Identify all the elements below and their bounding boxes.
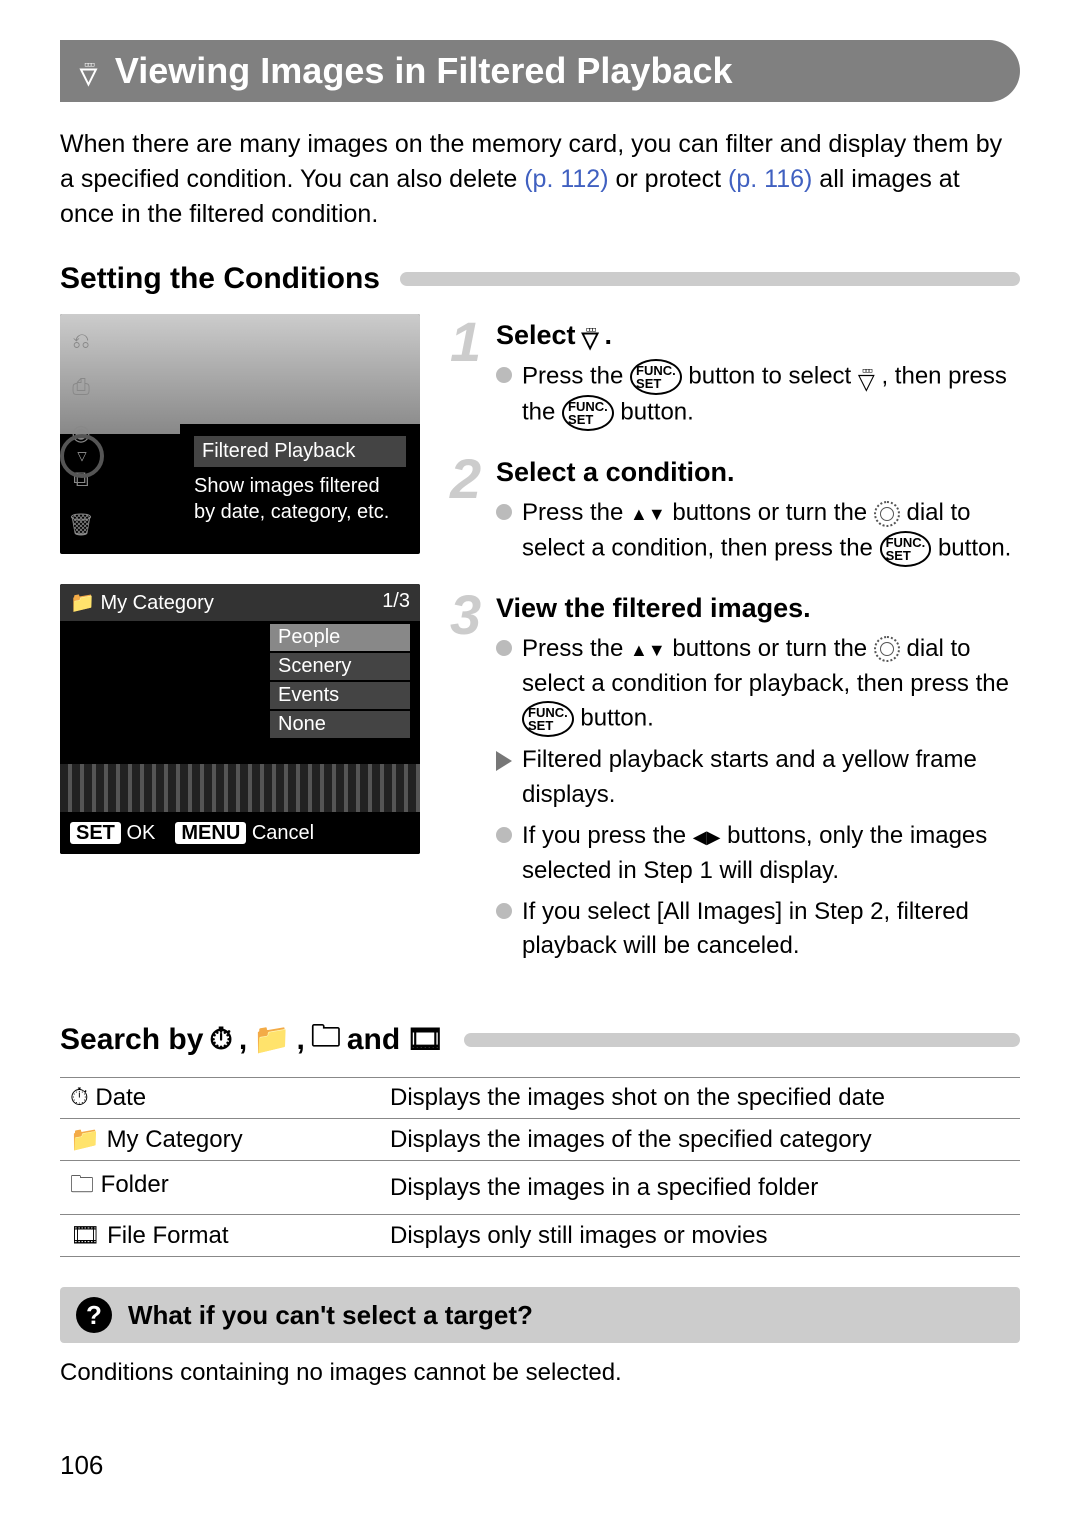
triangle-bullet-icon (496, 751, 512, 771)
row-desc: Displays the images of the specified cat… (380, 1119, 1020, 1161)
row-label: Date (95, 1084, 146, 1111)
row-label: File Format (107, 1222, 228, 1249)
row-icon: 🎞 (70, 1222, 100, 1249)
func-set-icon: FUNC.SET (522, 701, 574, 737)
dot-bullet-icon (496, 827, 512, 843)
page-ref-116: (p. 116) (728, 165, 812, 193)
page-title: Viewing Images in Filtered Playback (115, 50, 733, 92)
row-desc: Displays the images shot on the specifie… (380, 1078, 1020, 1119)
table-row: 📁 My Category Displays the images of the … (60, 1119, 1020, 1161)
step: 2Select a condition. Press the buttons or… (450, 451, 1020, 573)
print-icon: ⎙ (72, 374, 90, 400)
step-line-text: Press the buttons or turn the dial to se… (522, 632, 1020, 738)
up-down-icon (630, 499, 666, 526)
step-line-text: If you press the buttons, only the image… (522, 819, 1020, 889)
row-icon: 📁 (70, 1126, 100, 1153)
row-icon: 🗀 (70, 1171, 94, 1198)
dot-bullet-icon (496, 367, 512, 383)
step-title: View the filtered images. (496, 593, 1020, 624)
category-list: People Scenery Events None (270, 624, 410, 740)
step-line: Filtered playback starts and a yellow fr… (496, 743, 1020, 813)
folder-icon: 🗀 (311, 1014, 341, 1065)
dial-icon (874, 501, 900, 527)
step-line: Press the buttons or turn the dial to se… (496, 496, 1020, 567)
up-down-icon (630, 635, 666, 662)
list-item: Events (270, 682, 410, 709)
search-table: ⏱ Date Displays the images shot on the sp… (60, 1077, 1020, 1257)
filter-icon: ▫▫▫▽ (582, 325, 599, 347)
page-counter: 1/3 (382, 590, 410, 615)
func-set-icon: FUNC.SET (562, 395, 614, 431)
category-icon: 📁 (253, 1022, 290, 1057)
list-item: None (270, 711, 410, 738)
step-line: If you press the buttons, only the image… (496, 819, 1020, 889)
filter-ring-icon: ▽ (60, 434, 104, 478)
trash-icon: 🗑 (67, 512, 95, 538)
lock-icon: ⎌ (72, 328, 90, 354)
category-icon: 📁 (70, 592, 100, 614)
list-item: Scenery (270, 653, 410, 680)
step-line: Press the FUNC.SET button to select ▫▫▫▽… (496, 359, 1020, 431)
step-line-text: If you select [All Images] in Step 2, fi… (522, 895, 1020, 965)
screenshot-my-category: 📁 My Category 1/3 People Scenery Events … (60, 584, 420, 854)
table-row: 🗀 Folder Displays the images in a specifi… (60, 1161, 1020, 1215)
table-row: 🎞 File Format Displays only still images … (60, 1215, 1020, 1257)
panel-header: Filtered Playback (194, 436, 406, 467)
func-set-icon: FUNC.SET (880, 531, 932, 567)
tip-body: Conditions containing no images cannot b… (60, 1359, 1020, 1387)
list-item: People (270, 624, 410, 651)
tip-title: What if you can't select a target? (128, 1300, 533, 1331)
func-set-icon: FUNC.SET (630, 359, 682, 395)
set-badge: SET (70, 822, 121, 844)
intro-paragraph: When there are many images on the memory… (60, 127, 1020, 232)
dot-bullet-icon (496, 640, 512, 656)
step-number: 3 (450, 587, 496, 970)
row-desc: Displays only still images or movies (380, 1215, 1020, 1257)
row-icon: ⏱ (70, 1084, 89, 1111)
steps-column: 1Select ▫▫▫▽ . Press the FUNC.SET button … (450, 314, 1020, 984)
step-title: Select a condition. (496, 457, 1020, 488)
screenshot-column: ⎌ ⎙ ◉ ⧉ 🗑 ▽ Filtered Playback Show image… (60, 314, 420, 984)
instruction-columns: ⎌ ⎙ ◉ ⧉ 🗑 ▽ Filtered Playback Show image… (60, 314, 1020, 984)
left-right-icon (693, 822, 721, 849)
row-desc: Displays the images in a specified folde… (380, 1161, 1020, 1215)
filter-icon: ▫▫▫▽ (80, 60, 97, 82)
dial-icon (874, 636, 900, 662)
subheader-setting-conditions: Setting the Conditions (60, 262, 1020, 296)
page-number: 106 (60, 1450, 103, 1481)
tip-bar: ? What if you can't select a target? (60, 1287, 1020, 1343)
page-ref-112: (p. 112) (524, 165, 608, 193)
step-title: Select ▫▫▫▽ . (496, 320, 1020, 351)
step-number: 2 (450, 451, 496, 573)
clock-icon: ⏱ (209, 1023, 232, 1057)
dot-bullet-icon (496, 903, 512, 919)
panel-body: Show images filtered by date, category, … (194, 473, 406, 525)
row-label: Folder (101, 1171, 169, 1198)
step-line-text: Press the FUNC.SET button to select ▫▫▫▽… (522, 359, 1020, 431)
screenshot-filtered-playback: ⎌ ⎙ ◉ ⧉ 🗑 ▽ Filtered Playback Show image… (60, 314, 420, 554)
file-format-icon: 🎞 (406, 1022, 444, 1057)
table-row: ⏱ Date Displays the images shot on the sp… (60, 1078, 1020, 1119)
question-icon: ? (76, 1297, 112, 1333)
row-label: My Category (107, 1126, 243, 1153)
step-line: If you select [All Images] in Step 2, fi… (496, 895, 1020, 965)
step-line-text: Press the buttons or turn the dial to se… (522, 496, 1020, 567)
filter-icon: ▫▫▫▽ (858, 366, 875, 388)
step-number: 1 (450, 314, 496, 437)
dot-bullet-icon (496, 504, 512, 520)
subheader-search-by: Search by ⏱, 📁, 🗀 and 🎞 (60, 1014, 1020, 1065)
step: 1Select ▫▫▫▽ . Press the FUNC.SET button … (450, 314, 1020, 437)
menu-badge: MENU (175, 822, 246, 844)
step-line: Press the buttons or turn the dial to se… (496, 632, 1020, 738)
step-line-text: Filtered playback starts and a yellow fr… (522, 743, 1020, 813)
step: 3View the filtered images. Press the butt… (450, 587, 1020, 970)
page-title-bar: ▫▫▫▽ Viewing Images in Filtered Playback (60, 40, 1020, 102)
